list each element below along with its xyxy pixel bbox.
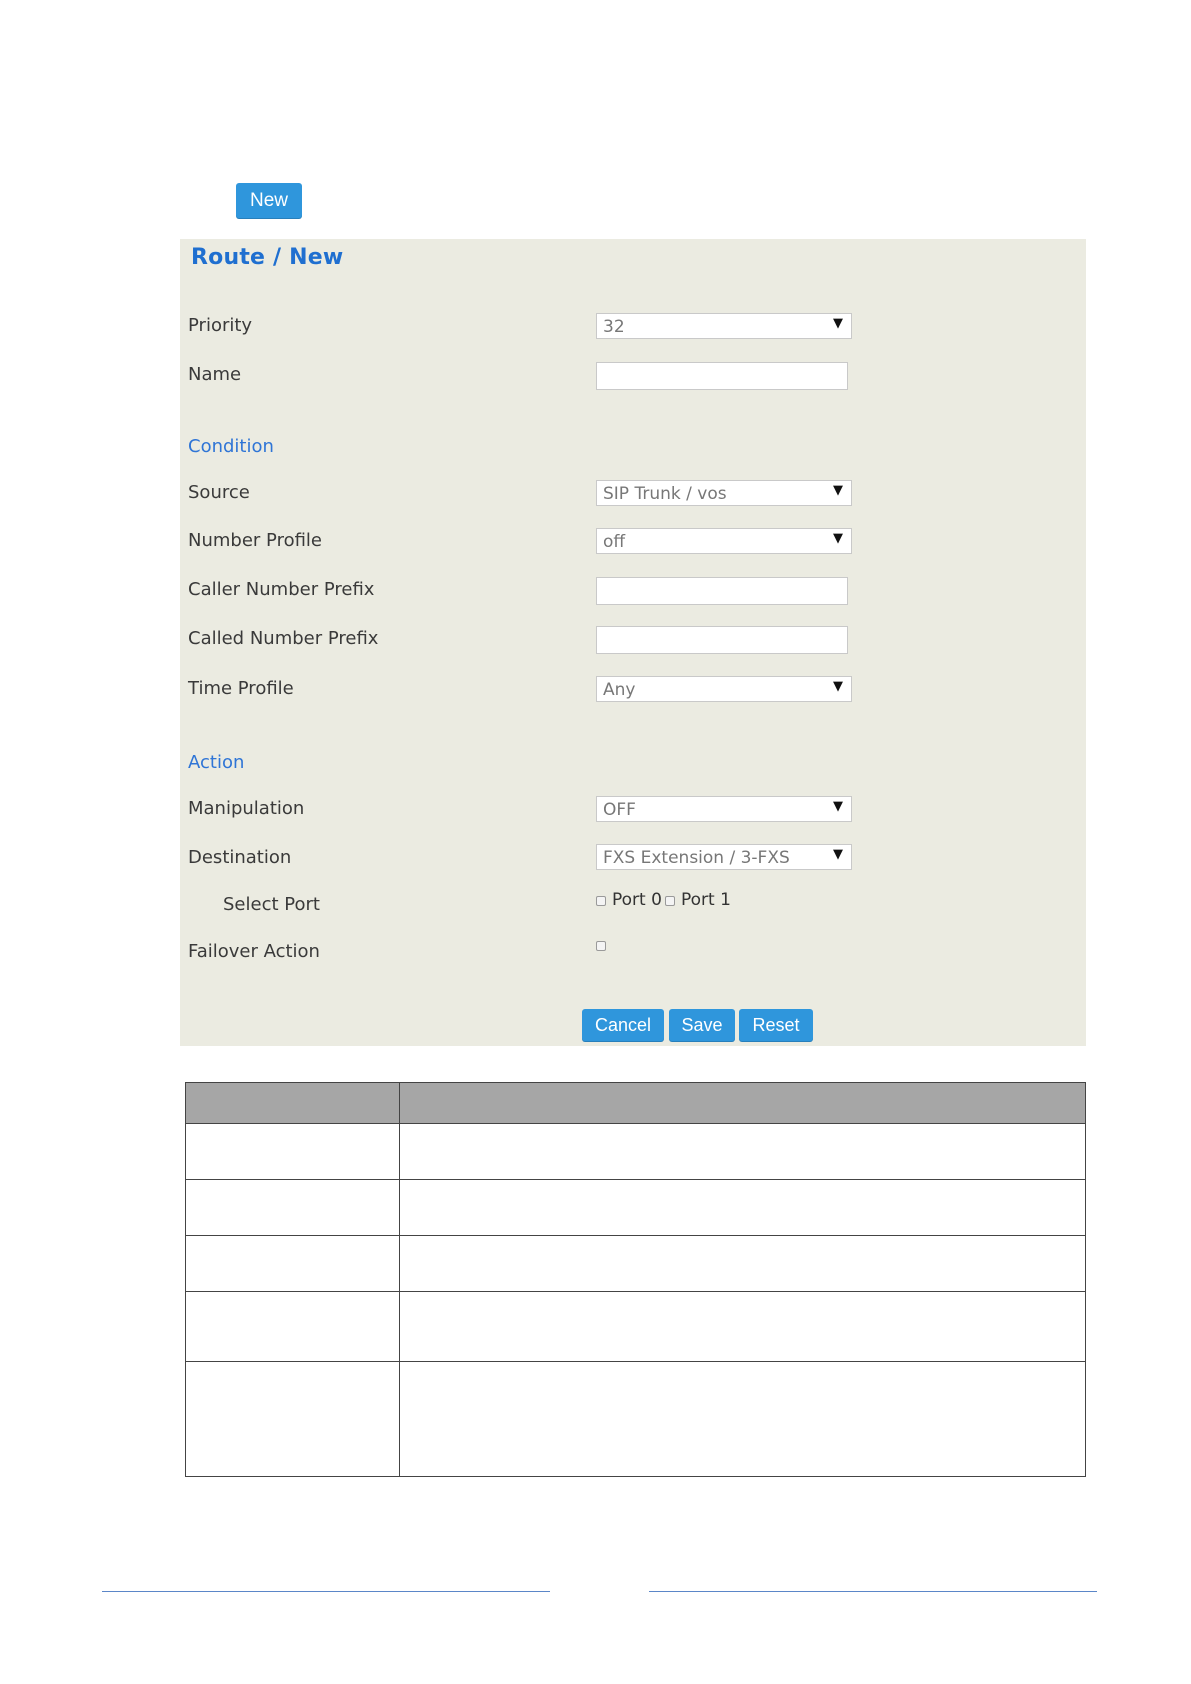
source-select[interactable]: SIP Trunk / vos ▼ <box>596 480 852 506</box>
port-1-label: Port 1 <box>681 890 731 910</box>
table-cell <box>399 1361 1086 1477</box>
description-table <box>185 1082 1086 1477</box>
number-profile-value: off <box>603 532 626 552</box>
table-header-cell <box>399 1082 1086 1124</box>
table-row <box>185 1123 1086 1180</box>
footer-divider-left <box>102 1591 550 1592</box>
panel-title: Route / New <box>191 245 344 270</box>
chevron-down-icon: ▼ <box>833 679 843 694</box>
table-row <box>185 1361 1086 1477</box>
new-button[interactable]: New <box>236 183 302 219</box>
footer-divider-right <box>649 1591 1097 1592</box>
caller-prefix-input[interactable] <box>596 577 848 605</box>
table-cell <box>399 1235 1086 1292</box>
table-cell <box>185 1179 400 1236</box>
table-cell <box>185 1123 400 1180</box>
port-0-label: Port 0 <box>612 890 662 910</box>
manipulation-select[interactable]: OFF ▼ <box>596 796 852 822</box>
table-header-row <box>185 1082 1086 1124</box>
reset-button[interactable]: Reset <box>739 1009 813 1042</box>
port-0-checkbox[interactable] <box>596 896 606 906</box>
table-header-cell <box>185 1082 400 1124</box>
destination-select[interactable]: FXS Extension / 3-FXS ▼ <box>596 844 852 870</box>
table-row <box>185 1235 1086 1292</box>
select-port-label: Select Port <box>223 894 320 915</box>
name-label: Name <box>188 364 242 385</box>
chevron-down-icon: ▼ <box>833 531 843 546</box>
destination-label: Destination <box>188 847 292 868</box>
number-profile-label: Number Profile <box>188 530 322 551</box>
table-cell <box>185 1291 400 1362</box>
condition-section-title: Condition <box>188 436 274 457</box>
called-prefix-input[interactable] <box>596 626 848 654</box>
table-cell <box>185 1235 400 1292</box>
chevron-down-icon: ▼ <box>833 483 843 498</box>
caller-prefix-label: Caller Number Prefix <box>188 579 375 600</box>
chevron-down-icon: ▼ <box>833 847 843 862</box>
failover-action-checkbox[interactable] <box>596 941 606 951</box>
time-profile-select[interactable]: Any ▼ <box>596 676 852 702</box>
name-input[interactable] <box>596 362 848 390</box>
chevron-down-icon: ▼ <box>833 799 843 814</box>
manipulation-label: Manipulation <box>188 798 305 819</box>
port-1-checkbox[interactable] <box>665 896 675 906</box>
manipulation-value: OFF <box>603 800 636 820</box>
destination-value: FXS Extension / 3-FXS <box>603 848 790 868</box>
action-section-title: Action <box>188 752 245 773</box>
time-profile-value: Any <box>603 680 636 700</box>
priority-value: 32 <box>603 317 625 337</box>
save-button[interactable]: Save <box>669 1009 735 1042</box>
cancel-button[interactable]: Cancel <box>582 1009 664 1042</box>
table-row <box>185 1291 1086 1362</box>
route-new-panel: Route / New Priority 32 ▼ Name Condition… <box>180 239 1086 1046</box>
called-prefix-label: Called Number Prefix <box>188 628 379 649</box>
table-row <box>185 1179 1086 1236</box>
table-cell <box>399 1123 1086 1180</box>
table-cell <box>399 1179 1086 1236</box>
priority-label: Priority <box>188 315 253 336</box>
table-cell <box>399 1291 1086 1362</box>
source-label: Source <box>188 482 250 503</box>
number-profile-select[interactable]: off ▼ <box>596 528 852 554</box>
priority-select[interactable]: 32 ▼ <box>596 313 852 339</box>
failover-action-label: Failover Action <box>188 941 320 962</box>
chevron-down-icon: ▼ <box>833 316 843 331</box>
source-value: SIP Trunk / vos <box>603 484 727 504</box>
time-profile-label: Time Profile <box>188 678 294 699</box>
table-cell <box>185 1361 400 1477</box>
